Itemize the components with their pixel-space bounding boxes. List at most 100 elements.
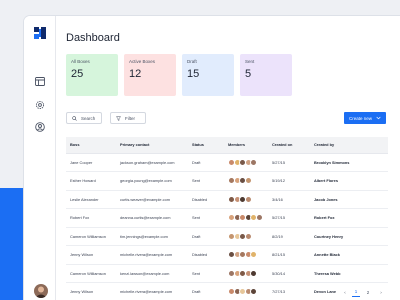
status-cell: Sent	[188, 171, 224, 191]
member-avatars	[228, 288, 268, 296]
app-window: Dashboard All Boxes 25 Active Boxes 12 D…	[24, 16, 400, 300]
stat-card-sent[interactable]: Sent 5	[240, 54, 292, 96]
stat-card-label: All Boxes	[71, 59, 90, 64]
search-button[interactable]: Search	[66, 112, 102, 124]
boss-table: Boss Primary contact Status Members Crea…	[66, 137, 388, 300]
pagination-prev-button[interactable]: ‹	[340, 287, 350, 297]
contact-cell: jackson.graham@example.com	[116, 153, 188, 172]
column-header-created-on[interactable]: Created on	[268, 137, 310, 154]
member-avatars	[228, 158, 268, 166]
page-title: Dashboard	[66, 32, 120, 44]
member-avatar[interactable]	[255, 214, 263, 222]
members-cell	[224, 208, 268, 228]
table-row[interactable]: Jane Cooper jackson.graham@example.com Dra…	[66, 153, 388, 172]
contact-cell: michelle.rivera@example.com	[116, 282, 188, 300]
stat-card-label: Sent	[245, 59, 255, 64]
created-by-cell: Annette Black	[310, 245, 388, 265]
member-avatar[interactable]	[244, 195, 252, 203]
member-avatars	[228, 269, 268, 277]
table-row[interactable]: Leslie Alexander curtis.weaver@example.co…	[66, 190, 388, 209]
created-on-cell: 3/4/16	[268, 190, 310, 209]
members-cell	[224, 171, 268, 191]
pagination-next-button[interactable]: ›	[376, 287, 386, 297]
create-new-button[interactable]: Create new	[344, 112, 386, 124]
sidebar-item-settings[interactable]	[31, 96, 49, 114]
search-label: Search	[81, 115, 96, 121]
members-cell	[224, 190, 268, 209]
logo-icon[interactable]	[33, 26, 47, 40]
column-header-boss[interactable]: Boss	[66, 137, 116, 154]
status-cell: Sent	[188, 208, 224, 228]
column-header-created-by[interactable]: Created by	[310, 137, 388, 154]
stat-card-value: 25	[71, 68, 84, 80]
sidebar-item-profile[interactable]	[31, 118, 49, 136]
boss-cell: Jenny Wilson	[66, 282, 116, 300]
created-by-cell: Albert Flores	[310, 171, 388, 191]
stat-card-all-boxes[interactable]: All Boxes 25	[66, 54, 118, 96]
members-cell	[224, 245, 268, 265]
table-row[interactable]: Jenny Wilson michelle.rivera@example.com D…	[66, 245, 388, 265]
created-on-cell: 7/27/13	[268, 282, 310, 300]
member-avatar[interactable]	[244, 232, 252, 240]
boss-cell: Cameron Williamson	[66, 227, 116, 246]
member-avatar[interactable]	[250, 288, 257, 296]
member-avatar[interactable]	[244, 177, 252, 185]
table-row[interactable]: Cameron Williamson kenzi.lawson@example.c…	[66, 264, 388, 283]
dashboard-icon	[35, 76, 45, 86]
table-row[interactable]: Esther Howard georgia.young@example.com Se…	[66, 171, 388, 191]
table-header-row: Boss Primary contact Status Members Crea…	[66, 137, 388, 154]
boss-cell: Jane Cooper	[66, 153, 116, 172]
status-cell: Draft	[188, 227, 224, 246]
stat-card-value: 12	[129, 68, 142, 80]
contact-cell: curtis.weaver@example.com	[116, 190, 188, 209]
pagination-page-1[interactable]: 1	[352, 287, 360, 297]
sidebar-item-dashboard[interactable]	[31, 72, 49, 90]
column-header-primary-contact[interactable]: Primary contact	[116, 137, 188, 154]
member-avatars	[228, 232, 268, 240]
contact-cell: michelle.rivera@example.com	[116, 245, 188, 265]
contact-cell: kenzi.lawson@example.com	[116, 264, 188, 283]
create-new-label: Create new	[349, 115, 373, 121]
column-header-status[interactable]: Status	[188, 137, 224, 154]
member-avatar[interactable]	[250, 269, 257, 277]
created-on-cell: 8/2/19	[268, 227, 310, 246]
stat-card-value: 15	[187, 68, 200, 80]
created-on-cell: 5/27/15	[268, 153, 310, 172]
created-by-cell: Theresa Webb	[310, 264, 388, 283]
created-by-cell: Brooklyn Simmons	[310, 153, 388, 172]
members-cell	[224, 264, 268, 283]
search-icon	[72, 115, 77, 121]
member-avatar[interactable]	[250, 251, 257, 259]
members-cell	[224, 227, 268, 246]
status-cell: Disabled	[188, 245, 224, 265]
filter-button[interactable]: Filter	[110, 112, 146, 124]
sidebar	[24, 16, 56, 300]
created-by-cell: Jacob Jones	[310, 190, 388, 209]
stat-card-label: Active Boxes	[129, 59, 156, 64]
status-cell: Draft	[188, 153, 224, 172]
created-by-cell: Courtney Henry	[310, 227, 388, 246]
table-row[interactable]: Cameron Williamson tim.jennings@example.c…	[66, 227, 388, 246]
pagination-page-2[interactable]: 2	[364, 287, 372, 297]
status-cell: Sent	[188, 264, 224, 283]
boss-cell: Jenny Wilson	[66, 245, 116, 265]
member-avatar[interactable]	[250, 158, 257, 166]
contact-cell: georgia.young@example.com	[116, 171, 188, 191]
status-cell: Disabled	[188, 190, 224, 209]
created-on-cell: 8/21/15	[268, 245, 310, 265]
member-avatars	[228, 177, 268, 185]
stat-card-label: Draft	[187, 59, 197, 64]
chevron-down-icon	[376, 116, 381, 120]
stat-card-value: 5	[245, 68, 252, 80]
current-user-avatar[interactable]	[34, 284, 48, 298]
contact-cell: deanna.curtis@example.com	[116, 208, 188, 228]
column-header-members[interactable]: Members	[224, 137, 268, 154]
members-cell	[224, 153, 268, 172]
member-avatars	[228, 214, 268, 222]
member-avatars	[228, 195, 268, 203]
created-on-cell: 5/30/14	[268, 264, 310, 283]
table-row[interactable]: Robert Fox deanna.curtis@example.com Sent 5…	[66, 208, 388, 228]
stat-card-draft[interactable]: Draft 15	[182, 54, 234, 96]
stat-card-active-boxes[interactable]: Active Boxes 12	[124, 54, 176, 96]
filter-label: Filter	[125, 115, 135, 121]
